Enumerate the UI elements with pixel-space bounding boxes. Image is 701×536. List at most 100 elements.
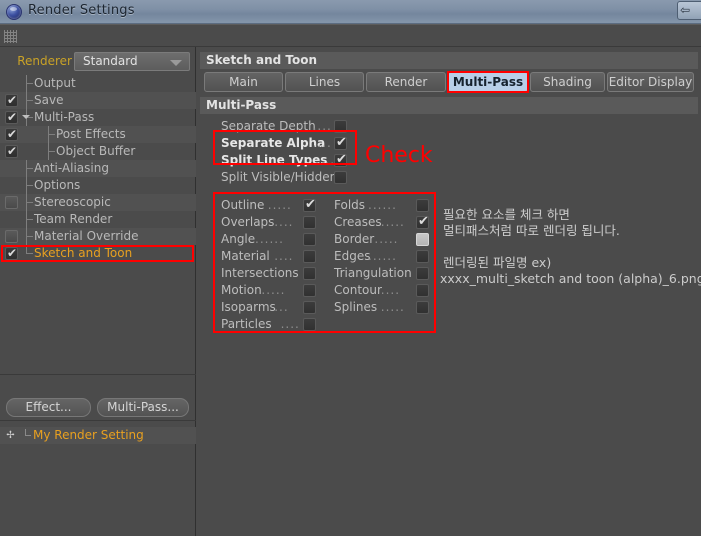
tree-connector [26,236,33,237]
tree-item-object-buffer[interactable]: Object Buffer [0,143,196,160]
drag-grip-icon[interactable] [4,30,17,43]
tree-item-label: Material Override [34,229,139,243]
field-label: Motion [221,283,262,297]
tree-connector [48,151,55,152]
field-dot-leader: .... [312,136,332,150]
tree-item-label: Stereoscopic [34,195,111,209]
tree-item-save[interactable]: Save [0,92,196,109]
tab-label: Shading [543,75,592,89]
field-checkbox[interactable] [303,233,316,246]
field-checkbox[interactable] [334,152,347,167]
tree-item-label: Options [34,178,81,192]
renderer-value: Standard [83,54,138,68]
note-line-2: 멀티패스처럼 따로 렌더링 됩니다. [443,223,620,238]
tree-item-label: Post Effects [56,127,126,141]
field-label: Splines [334,300,378,314]
settings-tree: Output Save Multi-Pass Post Effects Object B… [0,75,196,262]
toolbar-strip [0,24,701,47]
tree-item-checkbox[interactable] [5,246,18,260]
field-label: Folds [334,198,366,212]
field-label: Material [221,249,270,263]
tree-item-checkbox[interactable] [5,93,18,107]
tree-item-label: Team Render [34,212,113,226]
field-checkbox[interactable] [303,318,316,331]
field-checkbox[interactable] [334,120,347,133]
tab-label: Render [384,75,428,89]
tree-item-checkbox[interactable] [5,127,18,141]
tree-item-checkbox[interactable] [5,110,18,124]
field-checkbox[interactable] [303,284,316,297]
tree-item-team-render[interactable]: Team Render [0,211,196,228]
field-checkbox[interactable] [303,216,316,229]
tab-render[interactable]: Render [366,72,446,92]
field-label: Edges [334,249,371,263]
tree-item-label: Save [34,93,64,107]
field-label: Border [334,232,375,246]
tree-item-label: Sketch and Toon [34,246,133,260]
field-checkbox[interactable] [416,301,429,314]
field-checkbox[interactable] [303,250,316,263]
field-label: Separate Depth [221,119,316,133]
tab-main[interactable]: Main [204,72,283,92]
chevron-down-icon[interactable] [22,115,30,119]
tree-connector [26,219,33,220]
field-checkbox[interactable] [416,214,429,229]
tree-connector [26,185,33,186]
tree-item-options[interactable]: Options [0,177,196,194]
panel-divider-2 [0,420,196,421]
renderer-label: Renderer [17,54,72,68]
tree-item-output[interactable]: Output [0,75,196,92]
tree-connector [26,168,33,169]
field-dot-leader: ...... [368,249,397,263]
window-control-button[interactable]: ⇦ [677,1,701,20]
field-label: Particles [221,317,272,331]
my-render-setting-label: My Render Setting [33,428,144,442]
field-dot-leader: ...... [255,232,284,246]
panel-divider [0,374,196,375]
annotation-check-label: Check [365,143,433,168]
tree-item-post-effects[interactable]: Post Effects [0,126,196,143]
field-checkbox[interactable] [303,301,316,314]
field-checkbox[interactable] [416,284,429,297]
tree-item-multi-pass[interactable]: Multi-Pass [0,109,196,126]
my-render-setting-row[interactable]: ✢ My Render Setting [0,427,196,444]
field-label: Separate Alpha [221,136,326,150]
tree-item-label: Output [34,76,76,90]
tree-connector [26,83,33,84]
tab-lines[interactable]: Lines [285,72,364,92]
field-label: Contour [334,283,382,297]
tab-shading[interactable]: Shading [530,72,605,92]
field-checkbox[interactable] [303,267,316,280]
multi-pass-button[interactable]: Multi-Pass... [97,398,189,417]
tab-multi-pass[interactable]: Multi-Pass [447,71,529,93]
tree-item-checkbox[interactable] [5,230,18,243]
field-checkbox[interactable] [416,267,429,280]
tree-item-stereoscopic[interactable]: Stereoscopic [0,194,196,211]
tree-connector [48,134,55,135]
renderer-dropdown[interactable]: Standard [74,52,190,71]
note-line-1: 필요한 요소를 체크 하면 [443,207,570,222]
tree-item-checkbox[interactable] [5,196,18,209]
tree-item-anti-aliasing[interactable]: Anti-Aliasing [0,160,196,177]
field-checkbox[interactable] [303,197,316,212]
right-panel: Sketch and Toon Main Lines Render Multi-Pas… [197,47,701,536]
tree-item-label: Multi-Pass [34,110,95,124]
field-checkbox[interactable] [416,233,429,246]
field-checkbox[interactable] [416,199,429,212]
effect-button[interactable]: Effect... [6,398,91,417]
field-checkbox[interactable] [334,135,347,150]
tree-item-label: Anti-Aliasing [34,161,109,175]
field-dot-leader: .... [380,283,401,297]
field-checkbox[interactable] [416,250,429,263]
tab-label: Multi-Pass [452,75,524,89]
window-title: Render Settings [28,3,135,18]
field-checkbox[interactable] [334,171,347,184]
tree-item-checkbox[interactable] [5,144,18,158]
field-label: Isoparms [221,300,276,314]
tree-item-material-override[interactable]: Material Override [0,228,196,245]
tree-item-sketch-and-toon[interactable]: Sketch and Toon [0,245,196,262]
tab-editor-display[interactable]: Editor Display [607,72,694,92]
field-label: Intersections [221,266,299,280]
field-dot-leader: .... [274,249,294,263]
tree-connector [26,202,33,203]
